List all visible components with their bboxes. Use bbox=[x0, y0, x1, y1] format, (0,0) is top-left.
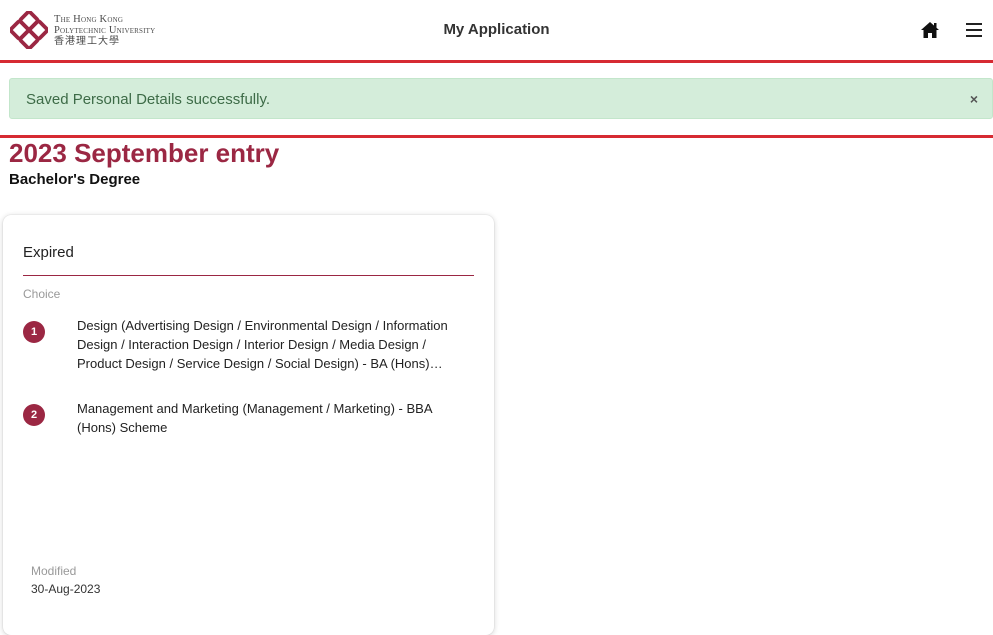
hamburger-menu-icon[interactable] bbox=[966, 23, 982, 37]
success-alert: Saved Personal Details successfully. × bbox=[9, 78, 993, 119]
entry-title: 2023 September entry bbox=[9, 138, 280, 168]
choice-number-badge: 2 bbox=[23, 404, 45, 426]
alert-message: Saved Personal Details successfully. bbox=[26, 91, 270, 108]
top-header: The Hong Kong Polytechnic University 香港理… bbox=[0, 0, 993, 60]
header-divider-top bbox=[0, 60, 993, 63]
application-card[interactable]: Expired Choice 1 Design (Advertising Des… bbox=[3, 215, 494, 635]
close-icon[interactable]: × bbox=[970, 91, 978, 108]
choice-item-1[interactable]: 1 Design (Advertising Design / Environme… bbox=[23, 316, 474, 373]
choice-number-badge: 1 bbox=[23, 321, 45, 343]
status-divider bbox=[23, 275, 474, 276]
choice-programme-text: Management and Marketing (Management / M… bbox=[77, 401, 432, 435]
page-title: My Application bbox=[443, 21, 550, 38]
modified-date: 30-Aug-2023 bbox=[31, 582, 101, 596]
choice-heading: Choice bbox=[23, 287, 61, 301]
degree-label: Bachelor's Degree bbox=[9, 171, 141, 188]
status-label: Expired bbox=[23, 244, 74, 261]
choice-item-2[interactable]: 2 Management and Marketing (Management /… bbox=[23, 399, 474, 437]
home-icon[interactable] bbox=[920, 20, 940, 40]
modified-label: Modified bbox=[31, 564, 77, 578]
choice-programme-text: Design (Advertising Design / Environment… bbox=[77, 318, 448, 371]
